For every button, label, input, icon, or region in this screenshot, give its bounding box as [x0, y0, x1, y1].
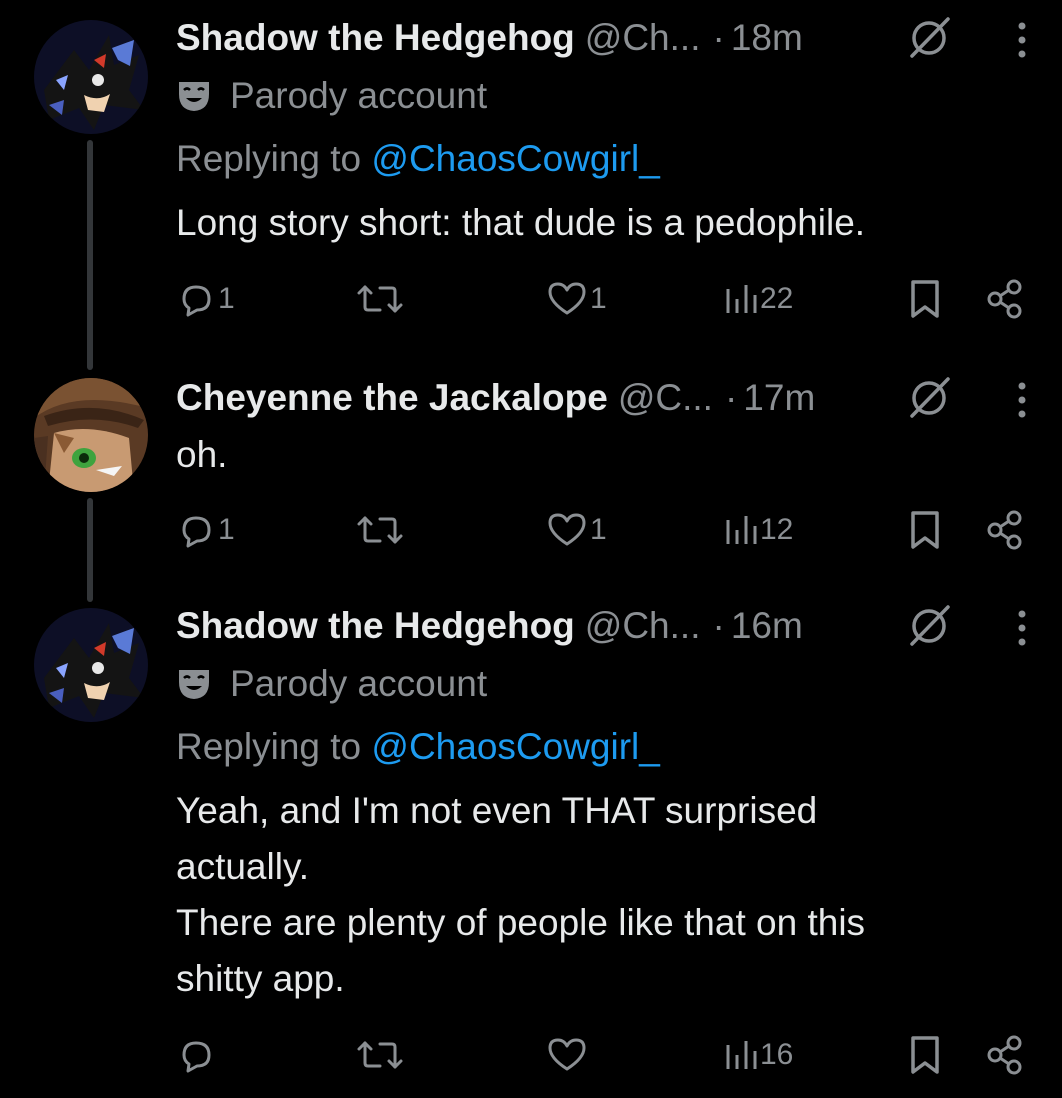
- author-name[interactable]: Cheyenne the Jackalope: [176, 377, 608, 419]
- bookmark-icon: [911, 280, 939, 318]
- parody-badge: Parody account: [176, 73, 487, 119]
- bookmark-icon: [911, 511, 939, 549]
- retweet-icon: [357, 516, 403, 544]
- parody-badge: Parody account: [176, 661, 487, 707]
- like-icon: [548, 282, 586, 315]
- share-button[interactable]: [986, 505, 1024, 555]
- reply-count: 1: [218, 513, 235, 546]
- replying-to-handle[interactable]: @ChaosCowgirl_: [371, 138, 659, 179]
- retweet-icon: [357, 285, 403, 313]
- post-time[interactable]: 16m: [731, 605, 803, 647]
- post-3[interactable]: Shadow the Hedgehog @Ch... · 16m Parody …: [0, 588, 1062, 1098]
- retweet-icon: [357, 1041, 403, 1069]
- avatar-image: [34, 608, 148, 722]
- post-1[interactable]: Shadow the Hedgehog @Ch... · 18m Parody …: [0, 0, 1062, 350]
- reply-button[interactable]: [176, 1030, 218, 1080]
- bookmark-button[interactable]: [908, 1030, 942, 1080]
- avatar-image: [34, 378, 148, 492]
- more-icon[interactable]: [1012, 378, 1032, 422]
- parody-mask-icon: [179, 670, 209, 699]
- separator-dot: ·: [712, 605, 725, 646]
- share-icon: [987, 1035, 1022, 1075]
- replying-to-label: Replying to: [176, 138, 362, 179]
- grok-icon[interactable]: [906, 602, 952, 648]
- bookmark-button[interactable]: [908, 505, 942, 555]
- like-button[interactable]: 1: [546, 505, 607, 555]
- replying-to: Replying to @ChaosCowgirl_: [176, 136, 660, 182]
- like-icon: [548, 1038, 586, 1071]
- post-text-line: shitty app.: [176, 958, 345, 999]
- post-time[interactable]: 18m: [731, 17, 803, 59]
- avatar[interactable]: [34, 378, 148, 492]
- like-icon: [548, 513, 586, 546]
- like-button[interactable]: 1: [546, 274, 607, 324]
- grok-icon[interactable]: [906, 374, 952, 420]
- replying-to-handle[interactable]: @ChaosCowgirl_: [371, 726, 659, 767]
- post-text-line: Yeah, and I'm not even THAT surprised: [176, 790, 818, 831]
- view-count: 12: [760, 513, 794, 546]
- post-text-line: actually.: [176, 846, 309, 887]
- avatar-image: [34, 20, 148, 134]
- views-button[interactable]: 22: [724, 274, 793, 324]
- reply-icon: [182, 285, 211, 317]
- reply-button[interactable]: 1: [176, 505, 235, 555]
- grok-icon[interactable]: [906, 14, 952, 60]
- reply-count: 1: [218, 282, 235, 315]
- post-header: Cheyenne the Jackalope @C... · 17m: [176, 374, 815, 422]
- avatar[interactable]: [34, 608, 148, 722]
- views-icon: [726, 516, 757, 544]
- reply-icon: [182, 1041, 211, 1073]
- reply-icon: [182, 516, 211, 548]
- replying-to-label: Replying to: [176, 726, 362, 767]
- views-icon: [726, 1041, 757, 1069]
- share-icon: [987, 510, 1022, 550]
- replying-to: Replying to @ChaosCowgirl_: [176, 724, 660, 770]
- separator-dot: ·: [724, 377, 738, 418]
- parody-label: Parody account: [230, 663, 488, 704]
- view-count: 22: [760, 282, 794, 315]
- like-button[interactable]: [546, 1030, 590, 1080]
- more-icon[interactable]: [1012, 18, 1032, 62]
- author-handle[interactable]: @Ch...: [585, 605, 701, 647]
- bookmark-icon: [911, 1036, 939, 1074]
- retweet-button[interactable]: [356, 1030, 404, 1080]
- share-button[interactable]: [986, 1030, 1024, 1080]
- like-count: 1: [590, 282, 607, 315]
- post-time[interactable]: 17m: [743, 377, 815, 419]
- retweet-button[interactable]: [356, 505, 404, 555]
- share-button[interactable]: [986, 274, 1024, 324]
- post-header: Shadow the Hedgehog @Ch... · 16m: [176, 602, 803, 650]
- author-handle[interactable]: @C...: [618, 377, 713, 419]
- parody-label: Parody account: [230, 75, 488, 116]
- post-text: oh.: [176, 434, 228, 475]
- views-button[interactable]: 16: [724, 1030, 793, 1080]
- reply-button[interactable]: 1: [176, 274, 235, 324]
- author-name[interactable]: Shadow the Hedgehog: [176, 17, 575, 59]
- parody-mask-icon: [179, 82, 209, 111]
- retweet-button[interactable]: [356, 274, 404, 324]
- views-button[interactable]: 12: [724, 505, 793, 555]
- view-count: 16: [760, 1038, 794, 1071]
- share-icon: [987, 279, 1022, 319]
- separator-dot: ·: [712, 17, 725, 58]
- author-handle[interactable]: @Ch...: [585, 17, 701, 59]
- author-name[interactable]: Shadow the Hedgehog: [176, 605, 575, 647]
- views-icon: [726, 285, 757, 313]
- post-header: Shadow the Hedgehog @Ch... · 18m: [176, 14, 803, 62]
- more-icon[interactable]: [1012, 606, 1032, 650]
- bookmark-button[interactable]: [908, 274, 942, 324]
- post-text-line: There are plenty of people like that on …: [176, 902, 866, 943]
- post-2[interactable]: Cheyenne the Jackalope @C... · 17m oh. 1…: [0, 360, 1062, 580]
- post-text: Long story short: that dude is a pedophi…: [176, 202, 866, 243]
- avatar[interactable]: [34, 20, 148, 134]
- like-count: 1: [590, 513, 607, 546]
